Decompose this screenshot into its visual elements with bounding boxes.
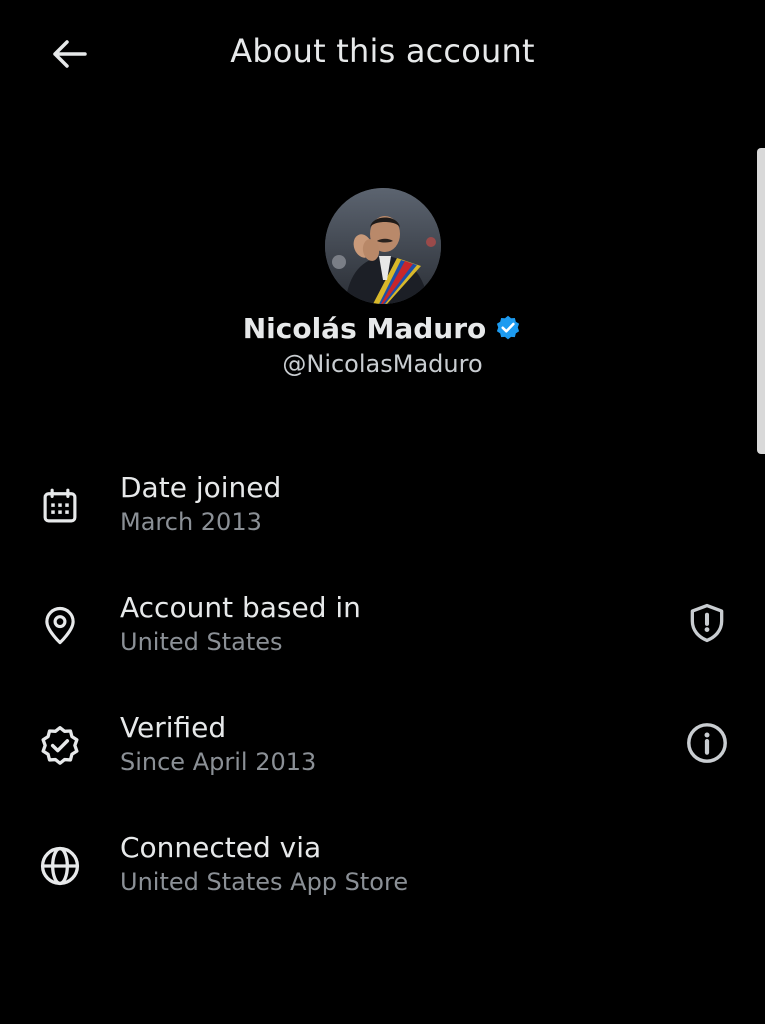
avatar[interactable] — [324, 188, 441, 304]
row-value: Since April 2013 — [120, 748, 317, 776]
about-account-screen: About this account Nicolás Maduro @Nicol… — [0, 0, 765, 1024]
row-value: United States App Store — [120, 868, 409, 896]
shield-alert-button[interactable] — [682, 598, 732, 648]
verified-badge-icon — [494, 314, 522, 342]
row-value: United States — [120, 628, 283, 656]
shield-alert-icon — [690, 603, 724, 643]
row-label: Verified — [120, 711, 227, 744]
list-item-date-joined: Date joined March 2013 — [0, 462, 765, 582]
info-button[interactable] — [682, 718, 732, 768]
top-bar: About this account — [0, 0, 765, 110]
globe-icon — [36, 842, 84, 890]
location-pin-icon — [36, 602, 84, 650]
name-row: Nicolás Maduro — [0, 308, 765, 348]
page-title: About this account — [230, 32, 535, 70]
display-name: Nicolás Maduro — [242, 311, 487, 345]
verified-badge-outline-icon — [36, 722, 84, 770]
row-label: Date joined — [120, 471, 282, 504]
handle: @NicolasMaduro — [282, 350, 483, 378]
calendar-icon — [36, 482, 84, 530]
profile-header: Nicolás Maduro @NicolasMaduro — [0, 188, 765, 378]
info-icon — [687, 723, 727, 763]
list-item-connected-via: Connected via United States App Store — [0, 822, 765, 942]
account-info-list: Date joined March 2013 Account based in … — [0, 462, 765, 942]
avatar-image — [324, 188, 441, 304]
row-value: March 2013 — [120, 508, 262, 536]
list-item-account-based-in: Account based in United States — [0, 582, 765, 702]
row-label: Account based in — [120, 591, 361, 624]
list-item-verified: Verified Since April 2013 — [0, 702, 765, 822]
row-label: Connected via — [120, 831, 322, 864]
